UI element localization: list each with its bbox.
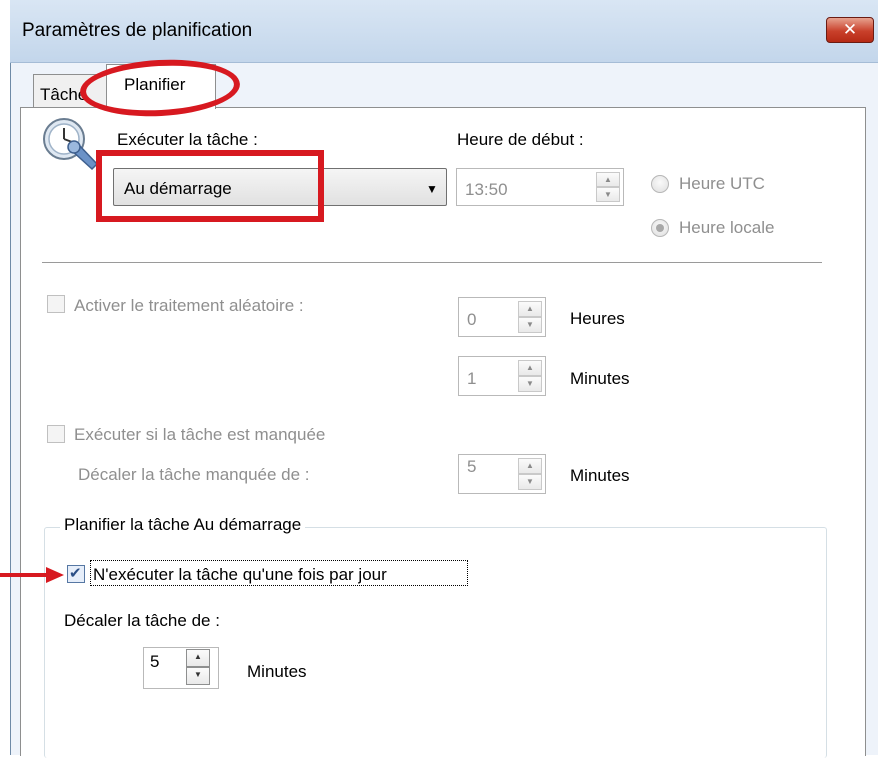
spin-up-icon[interactable]: ▲ [596, 172, 620, 187]
local-time-label: Heure locale [679, 218, 775, 237]
window-title: Paramètres de planification [22, 20, 253, 41]
local-time-radio[interactable] [651, 219, 669, 237]
start-time-stepper[interactable]: ▲ ▼ [596, 172, 620, 202]
missed-task-label: Exécuter si la tâche est manquée [74, 425, 326, 444]
separator [42, 262, 822, 263]
random-hours-value: 0 [467, 310, 477, 329]
spin-up-icon[interactable]: ▲ [518, 360, 542, 376]
random-minutes-value: 1 [467, 369, 477, 388]
chevron-down-icon: ▼ [426, 182, 438, 196]
missed-delay-unit: Minutes [570, 466, 630, 485]
random-hours-stepper[interactable]: ▲ ▼ [518, 301, 542, 333]
startup-group-title: Planifier la tâche Au démarrage [60, 516, 306, 533]
minutes-unit-label: Minutes [570, 369, 630, 388]
utc-label: Heure UTC [679, 174, 765, 193]
start-time-value: 13:50 [465, 180, 508, 199]
missed-delay-label: Décaler la tâche manquée de : [78, 465, 310, 484]
spin-down-icon[interactable]: ▼ [518, 376, 542, 392]
missed-delay-value: 5 [467, 457, 477, 476]
startup-delay-unit: Minutes [247, 662, 307, 681]
missed-delay-stepper[interactable]: ▲ ▼ [518, 458, 542, 490]
once-per-day-label: N'exécuter la tâche qu'une fois par jour [93, 565, 387, 584]
spin-down-icon[interactable]: ▼ [186, 667, 210, 685]
spin-up-icon[interactable]: ▲ [518, 458, 542, 474]
missed-task-checkbox[interactable] [47, 425, 65, 443]
spin-down-icon[interactable]: ▼ [518, 317, 542, 333]
clock-icon [43, 118, 99, 171]
spin-down-icon[interactable]: ▼ [596, 187, 620, 202]
highlight-rectangle [96, 150, 324, 222]
startup-delay-value: 5 [150, 652, 160, 671]
close-button[interactable]: ✕ [826, 17, 874, 43]
hours-unit-label: Heures [570, 309, 625, 328]
utc-radio[interactable] [651, 175, 669, 193]
start-time-label: Heure de début : [457, 130, 584, 149]
spin-up-icon[interactable]: ▲ [186, 649, 210, 667]
arrow-right-icon [0, 567, 64, 583]
randomize-label: Activer le traitement aléatoire : [74, 296, 304, 315]
spin-up-icon[interactable]: ▲ [518, 301, 542, 317]
startup-delay-stepper[interactable]: ▲ ▼ [186, 649, 210, 685]
run-task-label: Exécuter la tâche : [117, 130, 258, 149]
spin-down-icon[interactable]: ▼ [518, 474, 542, 490]
startup-delay-label: Décaler la tâche de : [64, 611, 220, 630]
randomize-checkbox[interactable] [47, 295, 65, 313]
random-minutes-stepper[interactable]: ▲ ▼ [518, 360, 542, 392]
